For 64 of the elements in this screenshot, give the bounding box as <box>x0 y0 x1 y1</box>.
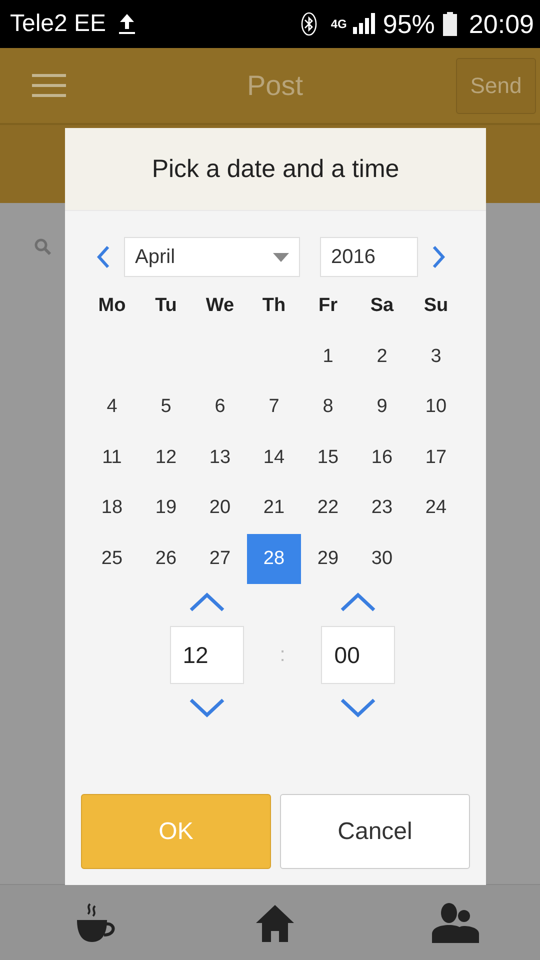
bluetooth-icon <box>300 12 317 36</box>
calendar-day[interactable]: 1 <box>301 332 355 382</box>
time-separator: : <box>280 644 286 666</box>
weekday-label: We <box>204 294 236 318</box>
minute-up-icon[interactable] <box>340 592 376 612</box>
calendar-day[interactable]: 21 <box>247 483 301 534</box>
calendar-day[interactable]: 15 <box>301 432 355 483</box>
page-title: Post <box>246 70 304 102</box>
calendar-day[interactable]: 29 <box>301 534 355 584</box>
calendar-day[interactable]: 26 <box>139 534 193 584</box>
calendar-day[interactable]: 4 <box>85 382 139 432</box>
minute-down-icon[interactable] <box>340 698 376 718</box>
search-icon <box>34 238 52 256</box>
calendar-day[interactable]: 20 <box>193 483 247 534</box>
calendar-day[interactable]: 23 <box>355 483 409 534</box>
weekday-label: Th <box>261 294 287 318</box>
dialog-title: Pick a date and a time <box>152 154 400 184</box>
calendar-day[interactable]: 9 <box>355 382 409 432</box>
year-field[interactable]: 2016 <box>320 237 418 277</box>
battery-percent: 95% <box>382 8 435 40</box>
calendar-day[interactable]: 17 <box>409 432 463 483</box>
home-icon[interactable] <box>255 902 295 942</box>
people-icon[interactable] <box>432 902 480 944</box>
calendar-day[interactable]: 3 <box>409 332 463 382</box>
calendar-day[interactable]: 2 <box>355 332 409 382</box>
menu-icon[interactable] <box>32 74 66 98</box>
upload-icon <box>118 13 136 35</box>
weekday-label: Mo <box>97 294 127 318</box>
calendar-day[interactable]: 7 <box>247 382 301 432</box>
cancel-button[interactable]: Cancel <box>280 794 470 869</box>
weekday-label: Fr <box>318 294 338 318</box>
month-dropdown[interactable]: April <box>124 237 300 277</box>
dropdown-caret-icon <box>273 252 289 262</box>
network-type: 4G <box>330 18 345 30</box>
hour-down-icon[interactable] <box>188 698 225 718</box>
calendar-day[interactable]: 24 <box>409 483 463 534</box>
calendar-day[interactable]: 11 <box>85 432 139 483</box>
hour-field[interactable]: 12 <box>170 626 244 684</box>
previous-month-icon[interactable] <box>96 245 110 269</box>
calendar-day[interactable]: 28 <box>247 534 301 584</box>
weekday-label: Su <box>422 294 450 318</box>
next-month-icon[interactable] <box>432 245 446 269</box>
carrier-name: Tele2 EE <box>10 10 106 38</box>
signal-icon <box>352 13 375 35</box>
calendar-day[interactable]: 30 <box>355 534 409 584</box>
clock-time: 20:09 <box>468 8 534 40</box>
battery-icon <box>442 12 457 36</box>
calendar-day[interactable]: 13 <box>193 432 247 483</box>
calendar-day[interactable]: 10 <box>409 382 463 432</box>
calendar-day[interactable]: 16 <box>355 432 409 483</box>
weekday-label: Sa <box>369 294 395 318</box>
calendar-day[interactable]: 5 <box>139 382 193 432</box>
calendar-day[interactable]: 19 <box>139 483 193 534</box>
calendar-day[interactable]: 6 <box>193 382 247 432</box>
calendar-day[interactable]: 22 <box>301 483 355 534</box>
hour-up-icon[interactable] <box>188 592 225 612</box>
calendar-day[interactable]: 25 <box>85 534 139 584</box>
calendar-day[interactable]: 8 <box>301 382 355 432</box>
calendar-day[interactable]: 12 <box>139 432 193 483</box>
calendar-day[interactable]: 14 <box>247 432 301 483</box>
calendar-day[interactable]: 27 <box>193 534 247 584</box>
calendar-day[interactable]: 18 <box>85 483 139 534</box>
minute-field[interactable]: 00 <box>321 626 396 684</box>
weekday-label: Tu <box>154 294 178 318</box>
